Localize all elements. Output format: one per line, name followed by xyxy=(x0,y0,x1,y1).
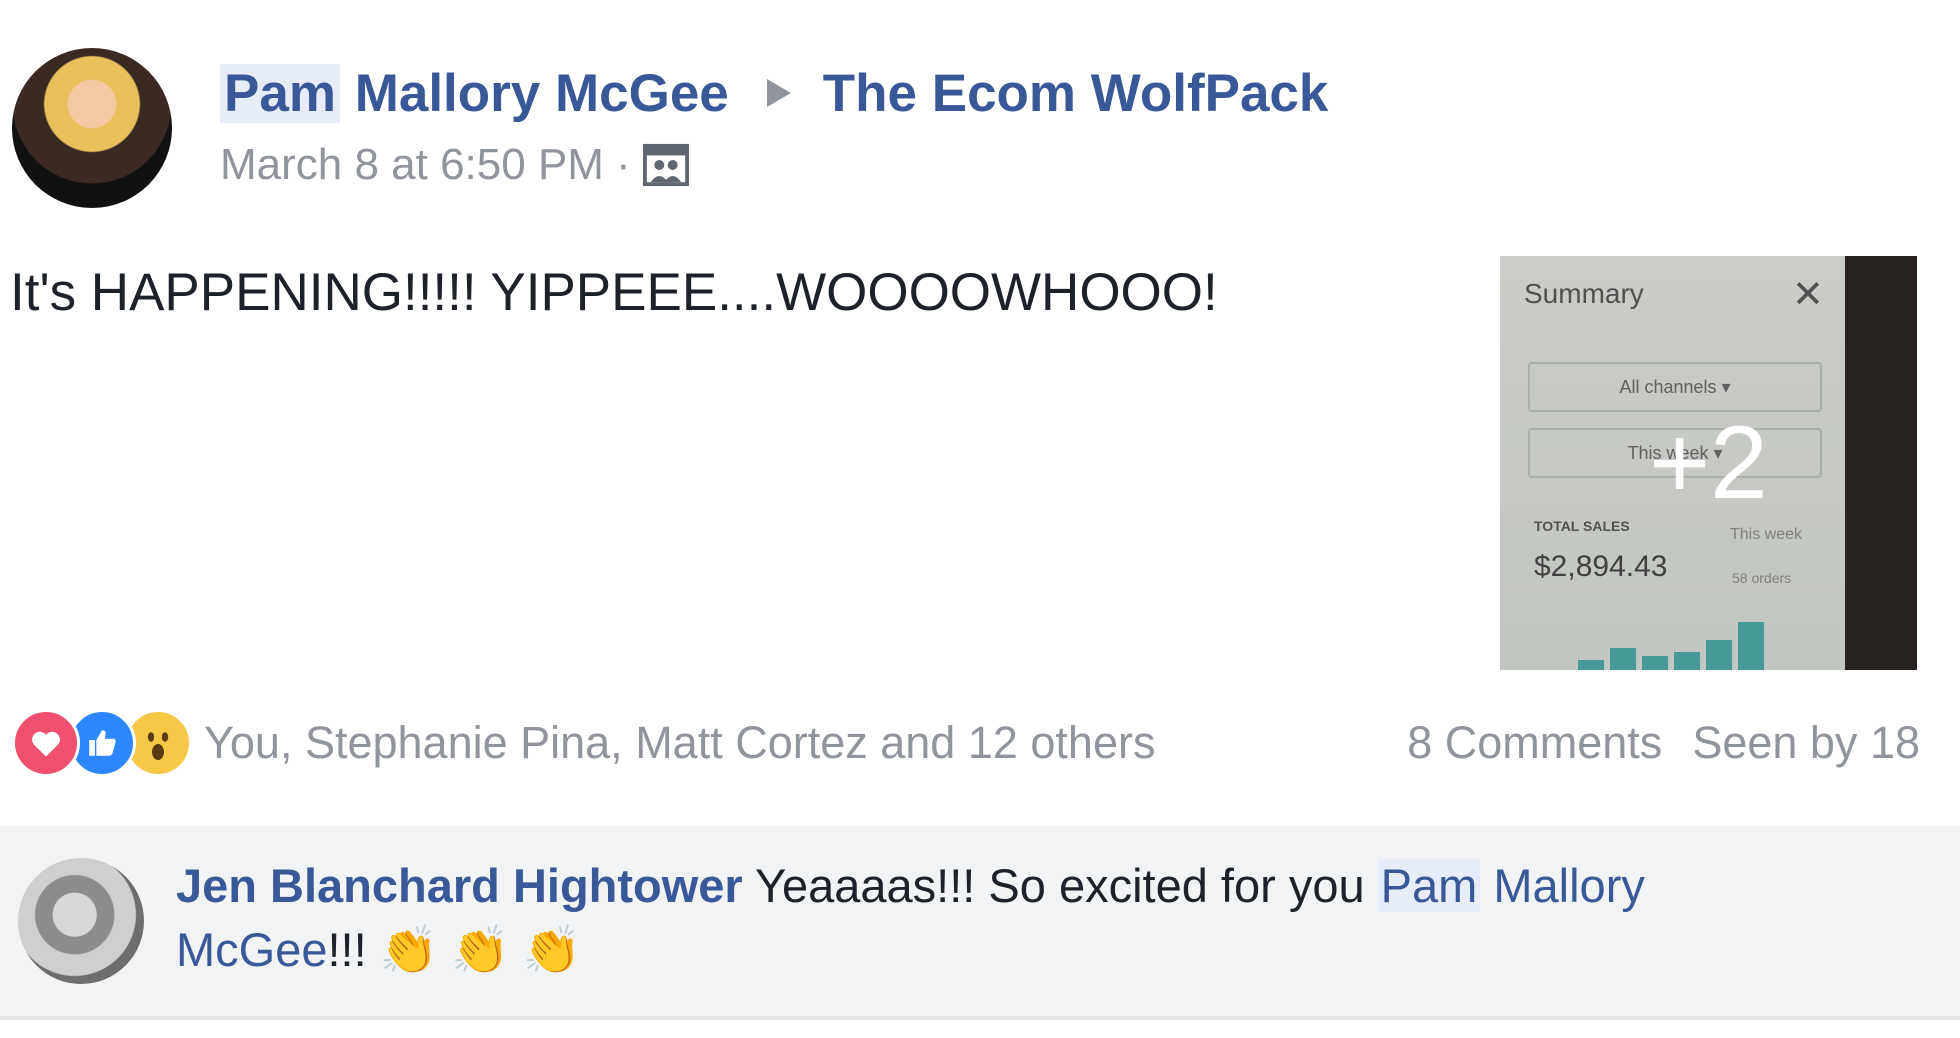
post-text: It's HAPPENING!!!!! YIPPEEE....WOOOOWHOO… xyxy=(10,263,1218,322)
mention-first-name: Pam xyxy=(1377,859,1481,912)
love-icon xyxy=(12,709,80,777)
divider xyxy=(0,1016,1960,1020)
comment-author-link[interactable]: Jen Blanchard Hightower xyxy=(176,859,743,912)
seen-by-count[interactable]: Seen by 18 xyxy=(1692,717,1920,769)
meta-separator: · xyxy=(615,140,631,189)
group-name-link[interactable]: The Ecom WolfPack xyxy=(823,63,1329,124)
post-timestamp[interactable]: March 8 at 6:50 PM xyxy=(220,140,604,190)
reaction-names[interactable]: You, Stephanie Pina, Matt Cortez and 12 … xyxy=(204,717,1155,769)
group-icon[interactable] xyxy=(642,142,689,188)
author-name-link[interactable]: Pam Mallory McGee xyxy=(220,63,729,124)
author-avatar[interactable] xyxy=(12,48,172,208)
comment-body: Jen Blanchard Hightower Yeaaaas!!! So ex… xyxy=(176,854,1776,982)
post-meta: March 8 at 6:50 PM · xyxy=(220,136,689,194)
comment-suffix: !!! xyxy=(327,923,367,976)
post-card: Pam Mallory McGee The Ecom WolfPack Marc… xyxy=(0,0,1960,1038)
comment-item: Jen Blanchard Hightower Yeaaaas!!! So ex… xyxy=(0,826,1960,1016)
comments-count[interactable]: 8 Comments xyxy=(1407,717,1662,769)
author-last-name: Mallory McGee xyxy=(354,63,729,123)
photo-thumbnail[interactable]: Summary ✕ All channels ▾ This week ▾ TOT… xyxy=(1500,256,1917,670)
reactions-bar[interactable]: You, Stephanie Pina, Matt Cortez and 12 … xyxy=(12,709,1155,777)
post-header: Pam Mallory McGee The Ecom WolfPack xyxy=(220,58,1328,128)
commenter-avatar[interactable] xyxy=(18,858,144,984)
clapping-emoji: 👏 👏 👏 xyxy=(379,923,582,976)
comment-text: Yeaaaas!!! So excited for you xyxy=(754,859,1365,912)
more-photos-count[interactable]: +2 xyxy=(1500,256,1917,670)
arrow-right-icon xyxy=(766,79,791,107)
author-first-name: Pam xyxy=(220,63,340,123)
post-stats: 8 Comments Seen by 18 xyxy=(1407,712,1920,774)
